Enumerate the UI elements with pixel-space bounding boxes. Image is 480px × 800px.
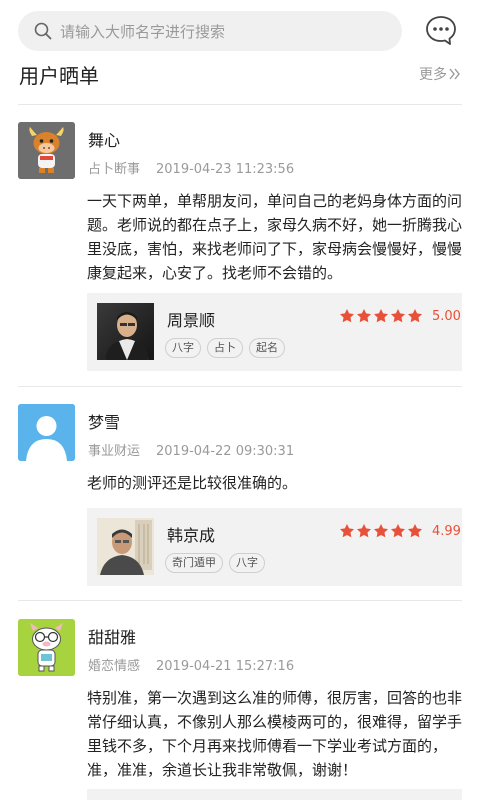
- divider: [18, 600, 462, 601]
- star-icon: [408, 524, 422, 538]
- star-icon: [357, 524, 371, 538]
- review-date: 2019-04-22 09:30:31: [156, 444, 295, 459]
- section-title: 用户晒单: [19, 64, 99, 88]
- avatar[interactable]: [18, 404, 75, 461]
- default-user-avatar: [18, 404, 75, 461]
- star-icon: [340, 524, 354, 538]
- review-content: 老师的测评还是比较很准确的。: [87, 474, 298, 492]
- more-link[interactable]: 更多: [419, 64, 462, 84]
- review-category: 事业财运: [88, 444, 141, 459]
- chat-button[interactable]: [424, 14, 458, 48]
- divider: [18, 386, 462, 387]
- double-chevron-right-icon: [449, 68, 460, 80]
- star-icon: [374, 524, 388, 538]
- star-icon: [408, 309, 422, 323]
- star-icon: [391, 524, 405, 538]
- review-card: 梦雪 事业财运 2019-04-22 09:30:31 老师的测评还是比较很准确的…: [0, 404, 480, 594]
- section-header: 用户晒单 更多: [0, 58, 480, 104]
- review-meta: 婚恋情感 2019-04-21 15:27:16: [88, 655, 294, 674]
- search-input[interactable]: 请输入大师名字进行搜索: [18, 11, 402, 51]
- master-tag: 奇门遁甲: [165, 553, 223, 573]
- review-content: 特别准，第一次遇到这么准的师傅，很厉害，回答的也非常仔细认真，不像别人那么模棱两…: [87, 689, 463, 779]
- review-category: 占卜断事: [88, 162, 141, 177]
- cartoon-pig-avatar: [18, 619, 75, 676]
- master-name: 韩京成: [167, 526, 216, 545]
- review-card: 甜甜雅 婚恋情感 2019-04-21 15:27:16 特别准，第一次遇到这么准…: [0, 619, 480, 800]
- master-tag: 八字: [165, 338, 201, 358]
- review-meta: 事业财运 2019-04-22 09:30:31: [88, 440, 294, 459]
- star-icon: [340, 309, 354, 323]
- user-name: 舞心: [88, 131, 121, 150]
- master-photo: [97, 303, 154, 360]
- master-card[interactable]: 韩京成 4.99 奇门遁甲 八字: [87, 508, 462, 586]
- review-date: 2019-04-21 15:27:16: [156, 659, 295, 674]
- divider: [18, 104, 462, 105]
- review-content: 一天下两单，单帮朋友问，单问自己的老妈身体方面的问题。老师说的都在点子上，家母久…: [87, 192, 463, 282]
- more-label: 更多: [419, 67, 447, 83]
- chat-bubble-icon: [426, 16, 456, 45]
- master-tags: 奇门遁甲 八字: [165, 553, 271, 573]
- user-name: 梦雪: [88, 413, 121, 432]
- star-rating: 4.99: [339, 523, 461, 539]
- review-card: 舞心 占卜断事 2019-04-23 11:23:56 一天下两单，单帮朋友问，单…: [0, 122, 480, 382]
- user-name: 甜甜雅: [88, 628, 137, 647]
- star-rating: 5.00: [339, 308, 461, 324]
- master-name: 周景顺: [167, 311, 216, 330]
- review-date: 2019-04-23 11:23:56: [156, 162, 295, 177]
- star-icon: [391, 309, 405, 323]
- star-icon: [357, 309, 371, 323]
- search-placeholder: 请输入大师名字进行搜索: [60, 22, 226, 41]
- cartoon-ox-avatar: [18, 122, 75, 179]
- master-photo: [97, 518, 154, 575]
- rating-score: 4.99: [432, 523, 461, 539]
- master-card[interactable]: [87, 789, 462, 800]
- review-category: 婚恋情感: [88, 659, 141, 674]
- master-tag: 占卜: [207, 338, 243, 358]
- master-tag: 八字: [229, 553, 265, 573]
- search-icon: [34, 22, 52, 40]
- review-meta: 占卜断事 2019-04-23 11:23:56: [88, 158, 294, 177]
- top-bar: 请输入大师名字进行搜索: [0, 0, 480, 60]
- avatar[interactable]: [18, 122, 75, 179]
- master-card[interactable]: 周景顺 5.00 八字 占卜 起名: [87, 293, 462, 371]
- avatar[interactable]: [18, 619, 75, 676]
- star-icon: [374, 309, 388, 323]
- rating-score: 5.00: [432, 308, 461, 324]
- master-tags: 八字 占卜 起名: [165, 338, 291, 358]
- master-tag: 起名: [249, 338, 285, 358]
